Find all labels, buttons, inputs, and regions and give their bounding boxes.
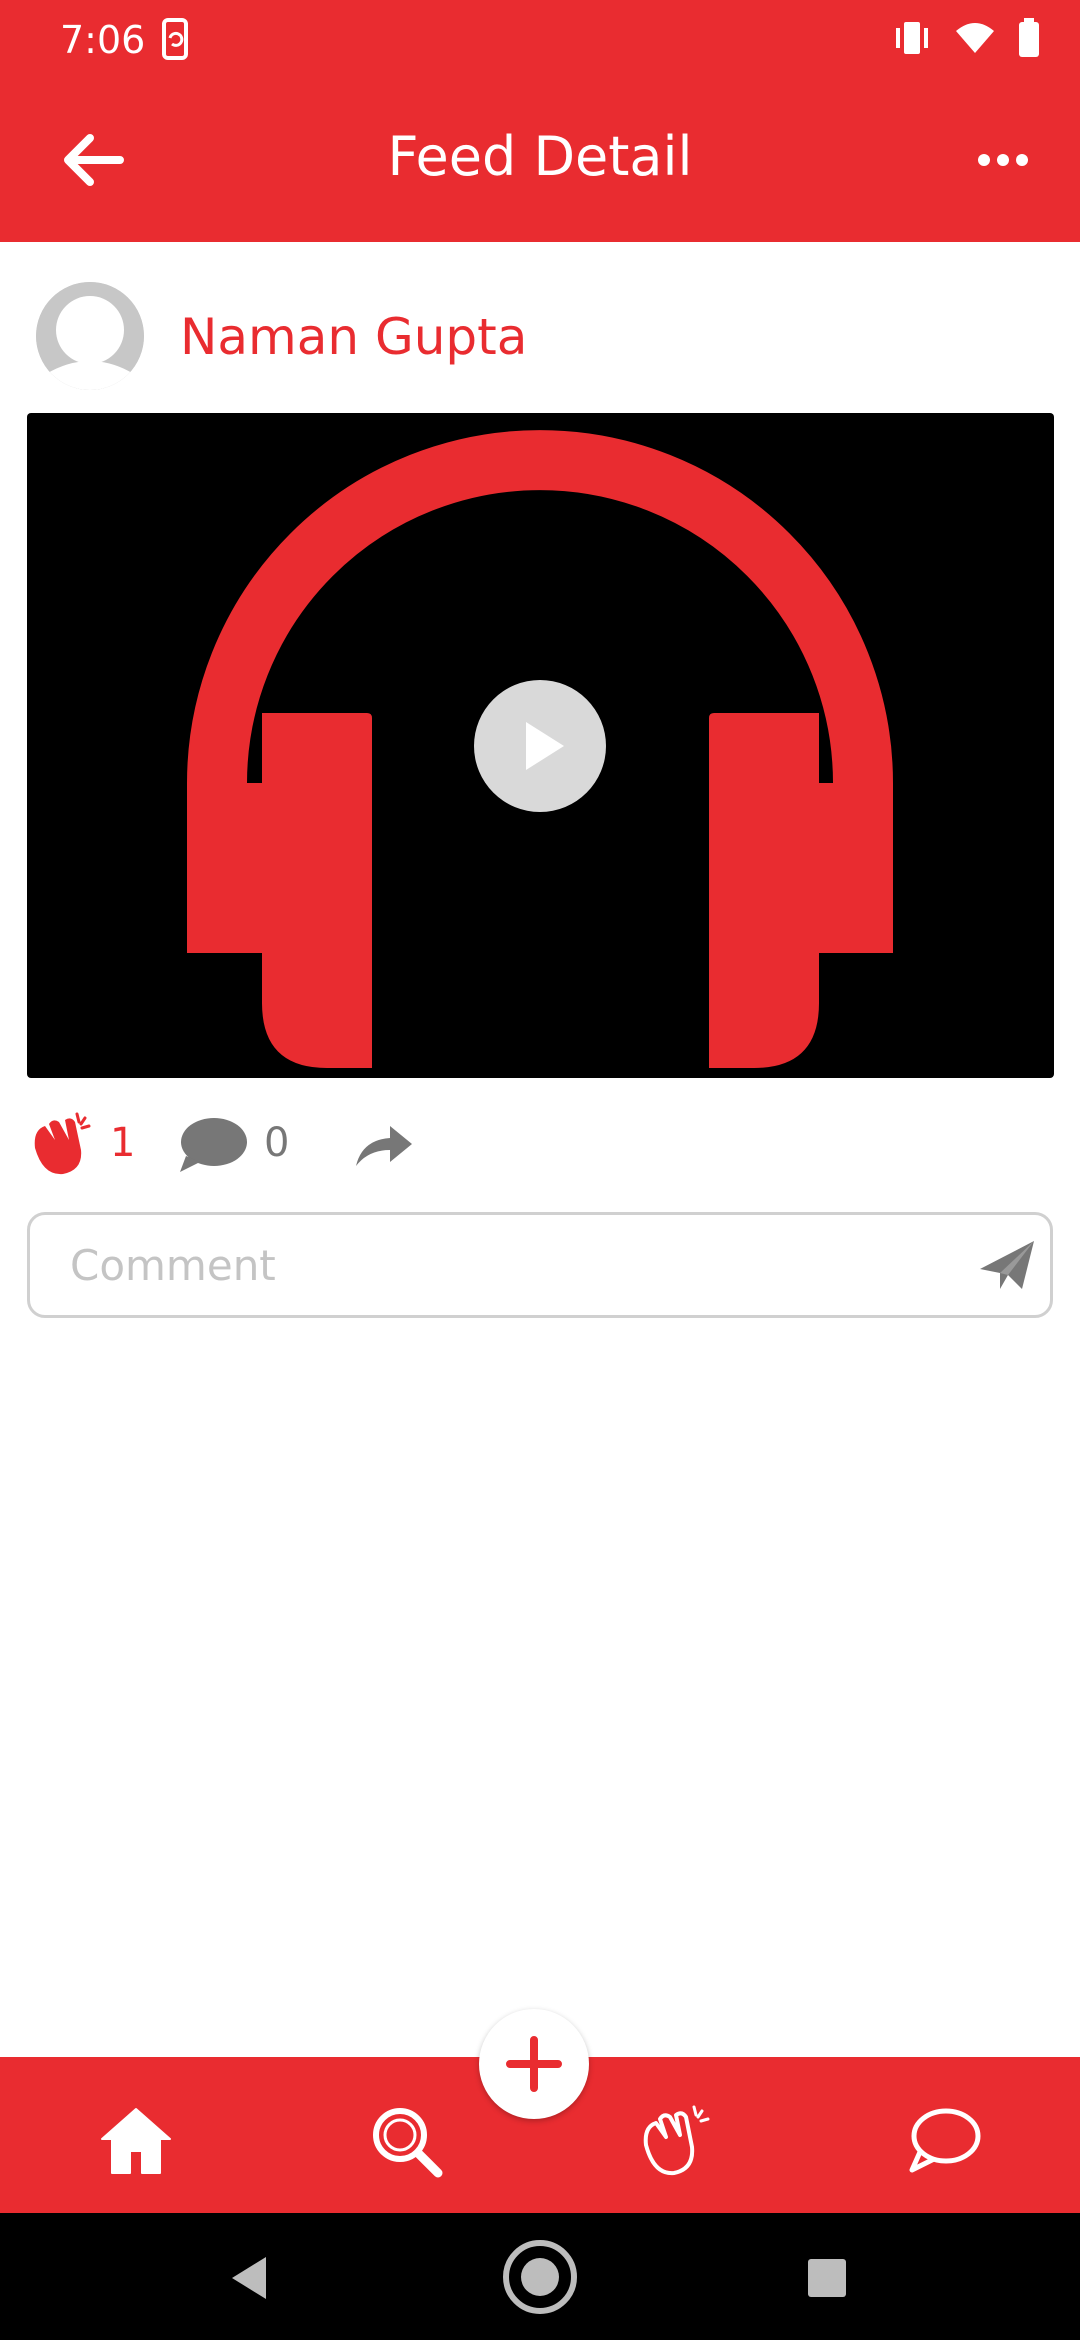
- nav-home[interactable]: [96, 2101, 176, 2181]
- post-actions: 1 0: [0, 1100, 1080, 1200]
- system-nav-bar: [0, 2213, 1080, 2340]
- create-post-button[interactable]: [479, 2009, 589, 2119]
- send-button[interactable]: [978, 1239, 1036, 1293]
- home-icon: [101, 2108, 171, 2174]
- author-name[interactable]: Naman Gupta: [180, 308, 527, 366]
- more-options-button[interactable]: [978, 140, 1028, 180]
- user-placeholder-icon: [36, 282, 144, 390]
- comment-count: 0: [264, 1120, 290, 1166]
- clap-count: 1: [110, 1120, 136, 1166]
- nav-claps[interactable]: [634, 2101, 714, 2181]
- battery-icon: [1019, 18, 1039, 57]
- comment-icon[interactable]: [176, 1114, 248, 1176]
- status-bar: 7:06: [0, 0, 1080, 80]
- back-triangle-icon[interactable]: [226, 2253, 272, 2303]
- more-horizontal-icon: [978, 154, 990, 166]
- comment-input[interactable]: [70, 1233, 950, 1297]
- app-bar: Feed Detail: [0, 80, 1080, 242]
- post-header: Naman Gupta: [0, 242, 1080, 412]
- nav-search[interactable]: [366, 2101, 446, 2181]
- search-icon: [373, 2108, 443, 2178]
- recents-square-icon[interactable]: [806, 2257, 848, 2299]
- vibrate-icon: [896, 22, 928, 54]
- post-media[interactable]: [27, 413, 1054, 1078]
- play-button[interactable]: [474, 680, 606, 812]
- screen-rotate-icon: [162, 18, 188, 60]
- comment-box: [27, 1212, 1053, 1318]
- status-time: 7:06: [60, 18, 146, 62]
- page-title: Feed Detail: [387, 125, 693, 188]
- home-circle-icon[interactable]: [500, 2237, 580, 2317]
- wifi-icon: [956, 23, 994, 53]
- status-icons: [892, 18, 1040, 58]
- nav-chat[interactable]: [904, 2101, 984, 2181]
- chat-icon: [909, 2108, 981, 2173]
- avatar[interactable]: [36, 282, 144, 390]
- clap-icon[interactable]: [25, 1108, 95, 1178]
- clap-icon: [643, 2105, 710, 2176]
- plus-icon: [506, 2036, 562, 2092]
- share-icon[interactable]: [352, 1122, 414, 1170]
